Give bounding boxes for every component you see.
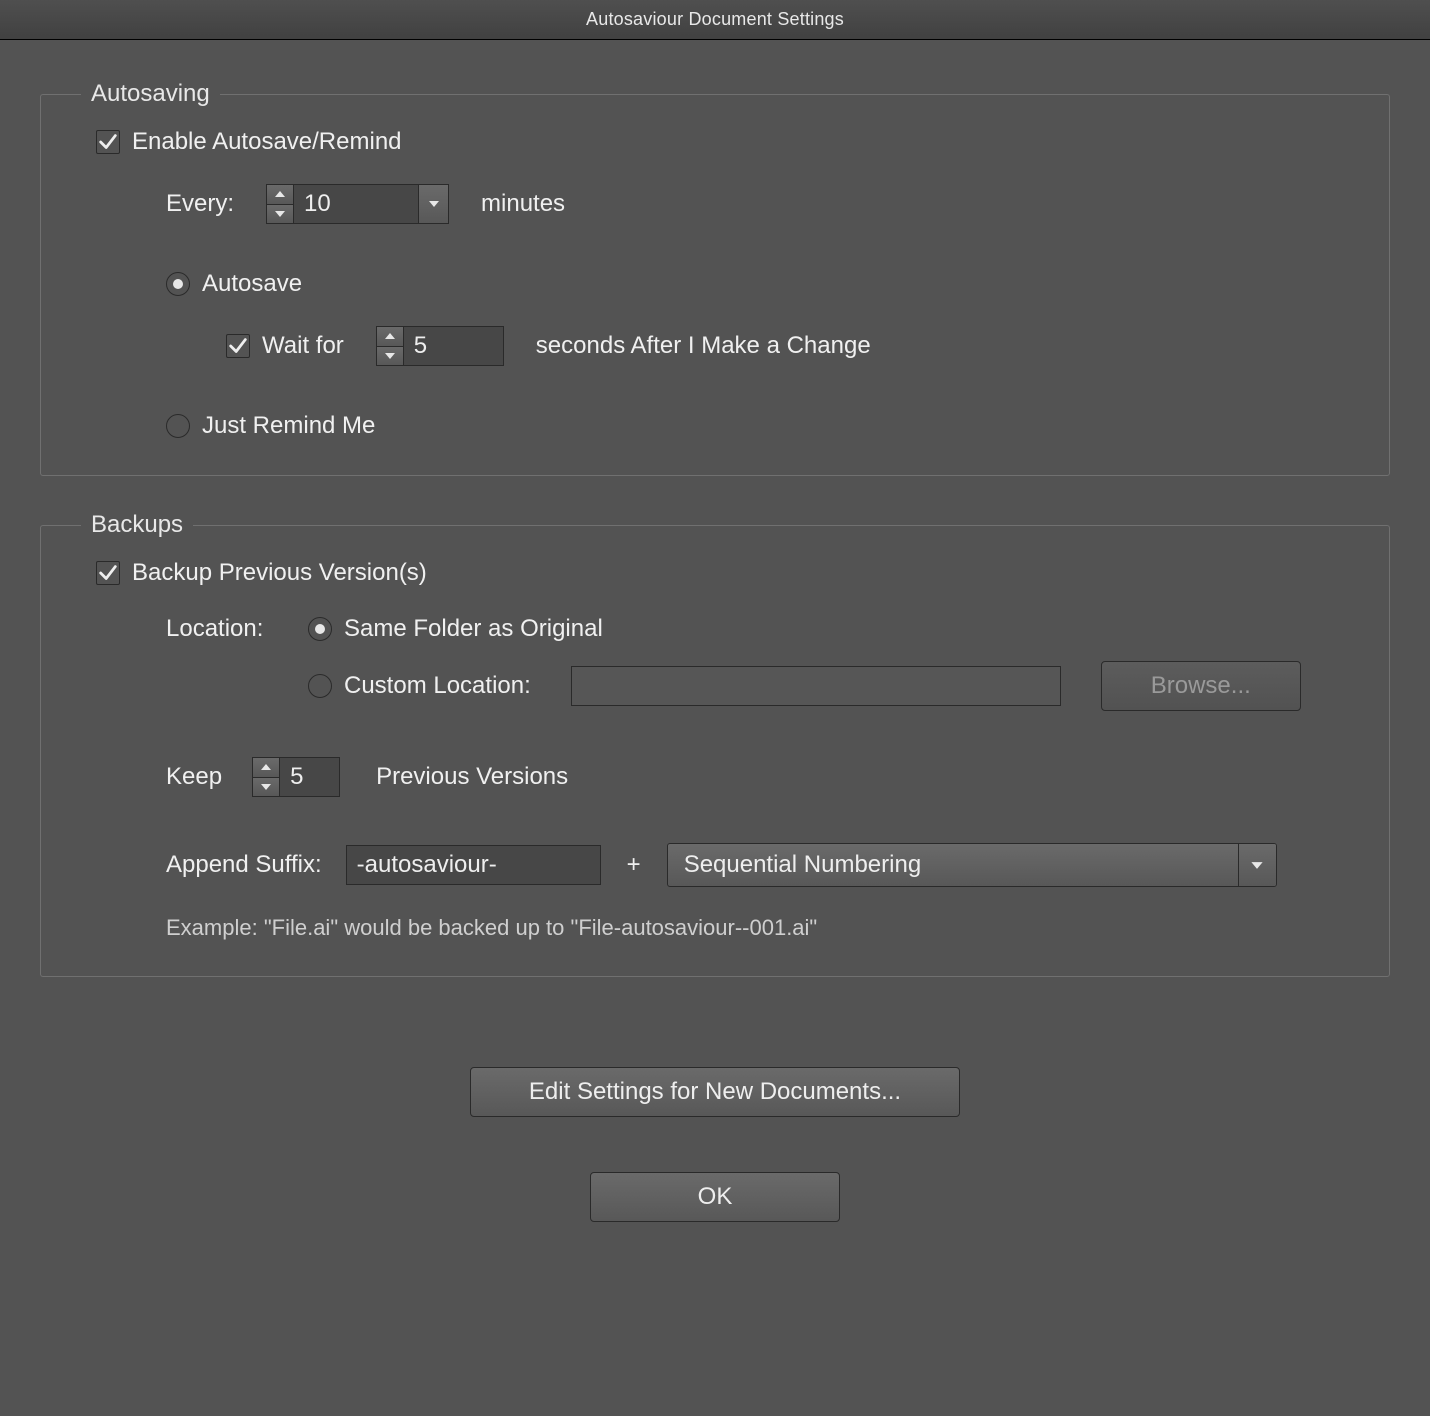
keep-row: Keep 5 Previous Versions (166, 757, 1334, 797)
interval-step-down[interactable] (267, 204, 293, 224)
enable-backup-row: Backup Previous Version(s) (96, 559, 1334, 587)
edit-new-documents-button[interactable]: Edit Settings for New Documents... (470, 1067, 960, 1117)
enable-autosave-label: Enable Autosave/Remind (132, 128, 402, 156)
enable-backup-checkbox[interactable] (96, 561, 120, 585)
wait-row: Wait for 5 seconds After I Make a Change (226, 326, 1334, 366)
mode-remind-row: Just Remind Me (166, 412, 1334, 440)
example-text: Example: "File.ai" would be backed up to… (166, 915, 817, 941)
window-titlebar: Autosaviour Document Settings (0, 0, 1430, 40)
location-custom-row: Custom Location: Browse... (166, 661, 1334, 711)
location-custom-label: Custom Location: (344, 672, 531, 700)
mode-remind-label: Just Remind Me (202, 412, 375, 440)
suffix-field[interactable]: -autosaviour- (346, 845, 601, 885)
wait-suffix-label: seconds After I Make a Change (536, 332, 871, 360)
enable-autosave-checkbox[interactable] (96, 130, 120, 154)
interval-row: Every: 10 minutes (166, 184, 1334, 224)
backups-legend: Backups (81, 511, 193, 539)
wait-label: Wait for (262, 332, 344, 360)
keep-stepper[interactable] (252, 757, 280, 797)
mode-autosave-label: Autosave (202, 270, 302, 298)
custom-path-field[interactable] (571, 666, 1061, 706)
numbering-label: Sequential Numbering (668, 844, 1238, 886)
autosaving-group: Autosaving Enable Autosave/Remind Every:… (40, 80, 1390, 476)
location-custom-radio[interactable] (308, 674, 332, 698)
keep-value-field[interactable]: 5 (280, 757, 340, 797)
interval-unit-label: minutes (481, 190, 565, 218)
window-title: Autosaviour Document Settings (586, 9, 844, 30)
browse-button[interactable]: Browse... (1101, 661, 1301, 711)
numbering-dropdown[interactable]: Sequential Numbering (667, 843, 1277, 887)
interval-label: Every: (166, 190, 234, 218)
autosaving-legend: Autosaving (81, 80, 220, 108)
interval-value-field[interactable]: 10 (294, 184, 419, 224)
chevron-down-icon (1238, 844, 1276, 886)
ok-button[interactable]: OK (590, 1172, 840, 1222)
location-label: Location: (166, 615, 296, 643)
suffix-label: Append Suffix: (166, 851, 322, 879)
backups-group: Backups Backup Previous Version(s) Locat… (40, 511, 1390, 977)
wait-checkbox[interactable] (226, 334, 250, 358)
suffix-row: Append Suffix: -autosaviour- + Sequentia… (166, 843, 1334, 887)
enable-autosave-row: Enable Autosave/Remind (96, 128, 1334, 156)
keep-label: Keep (166, 763, 222, 791)
location-same-label: Same Folder as Original (344, 615, 603, 643)
mode-remind-radio[interactable] (166, 414, 190, 438)
location-same-row: Location: Same Folder as Original (166, 615, 1334, 643)
plus-label: + (613, 851, 655, 879)
interval-step-up[interactable] (267, 185, 293, 204)
interval-unit-dropdown[interactable] (419, 184, 449, 224)
wait-stepper[interactable] (376, 326, 404, 366)
keep-step-up[interactable] (253, 758, 279, 777)
enable-backup-label: Backup Previous Version(s) (132, 559, 427, 587)
mode-autosave-radio[interactable] (166, 272, 190, 296)
keep-step-down[interactable] (253, 777, 279, 797)
mode-autosave-row: Autosave (166, 270, 1334, 298)
location-same-radio[interactable] (308, 617, 332, 641)
keep-suffix-label: Previous Versions (376, 763, 568, 791)
dialog-content: Autosaving Enable Autosave/Remind Every:… (0, 40, 1430, 1252)
wait-value-field[interactable]: 5 (404, 326, 504, 366)
wait-step-up[interactable] (377, 327, 403, 346)
wait-step-down[interactable] (377, 346, 403, 366)
interval-stepper[interactable] (266, 184, 294, 224)
